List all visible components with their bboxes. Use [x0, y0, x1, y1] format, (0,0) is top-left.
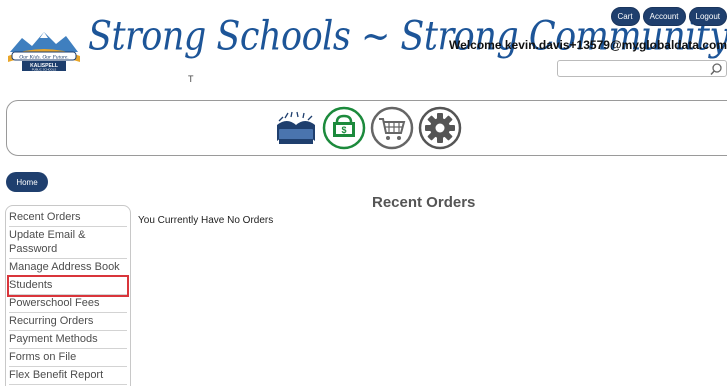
sidebar-item-update-email-password[interactable]: Update Email & Password [9, 227, 127, 259]
logo-sub: PUBLIC SCHOOLS [32, 68, 57, 72]
sidebar-item-recurring-orders[interactable]: Recurring Orders [9, 313, 127, 331]
cart-button[interactable]: Cart [610, 7, 640, 26]
sidebar-item-students[interactable]: Students [7, 275, 129, 297]
search-icon[interactable] [709, 62, 723, 76]
logo-tagline: Our Kids. Our Future. [19, 55, 68, 61]
sidebar-item-payment-methods[interactable]: Payment Methods [9, 331, 127, 349]
search-input[interactable] [558, 64, 708, 79]
account-sidebar: Recent Orders Update Email & Password Ma… [5, 205, 131, 386]
cart-icon[interactable] [369, 105, 415, 151]
search-box [557, 60, 727, 79]
welcome-message: Welcome kevin.davis+13579@myglobaldata.c… [449, 38, 727, 52]
logout-button[interactable]: Logout [688, 7, 727, 26]
money-icon[interactable]: $ [321, 105, 367, 151]
gear-icon[interactable] [417, 105, 463, 151]
account-toolbar: Cart Account Logout [610, 7, 727, 26]
quick-icon-bar: $ [6, 100, 727, 156]
sidebar-item-manage-address-book[interactable]: Manage Address Book [9, 259, 127, 277]
sidebar-item-flex-benefit-report[interactable]: Flex Benefit Report [9, 367, 127, 385]
home-button[interactable]: Home [6, 172, 48, 192]
page-title: Recent Orders [372, 194, 476, 211]
books-icon[interactable] [273, 105, 319, 151]
empty-orders-message: You Currently Have No Orders [138, 215, 274, 226]
account-button[interactable]: Account [642, 7, 686, 26]
kalispell-logo: Our Kids. Our Future. KALISPELL PUBLIC S… [8, 32, 80, 72]
stray-text: T [188, 74, 194, 84]
sidebar-item-forms-on-file[interactable]: Forms on File [9, 349, 127, 367]
svg-text:$: $ [341, 125, 346, 135]
sidebar-item-recent-orders[interactable]: Recent Orders [9, 209, 127, 227]
sidebar-item-powerschool-fees[interactable]: Powerschool Fees [9, 295, 127, 313]
